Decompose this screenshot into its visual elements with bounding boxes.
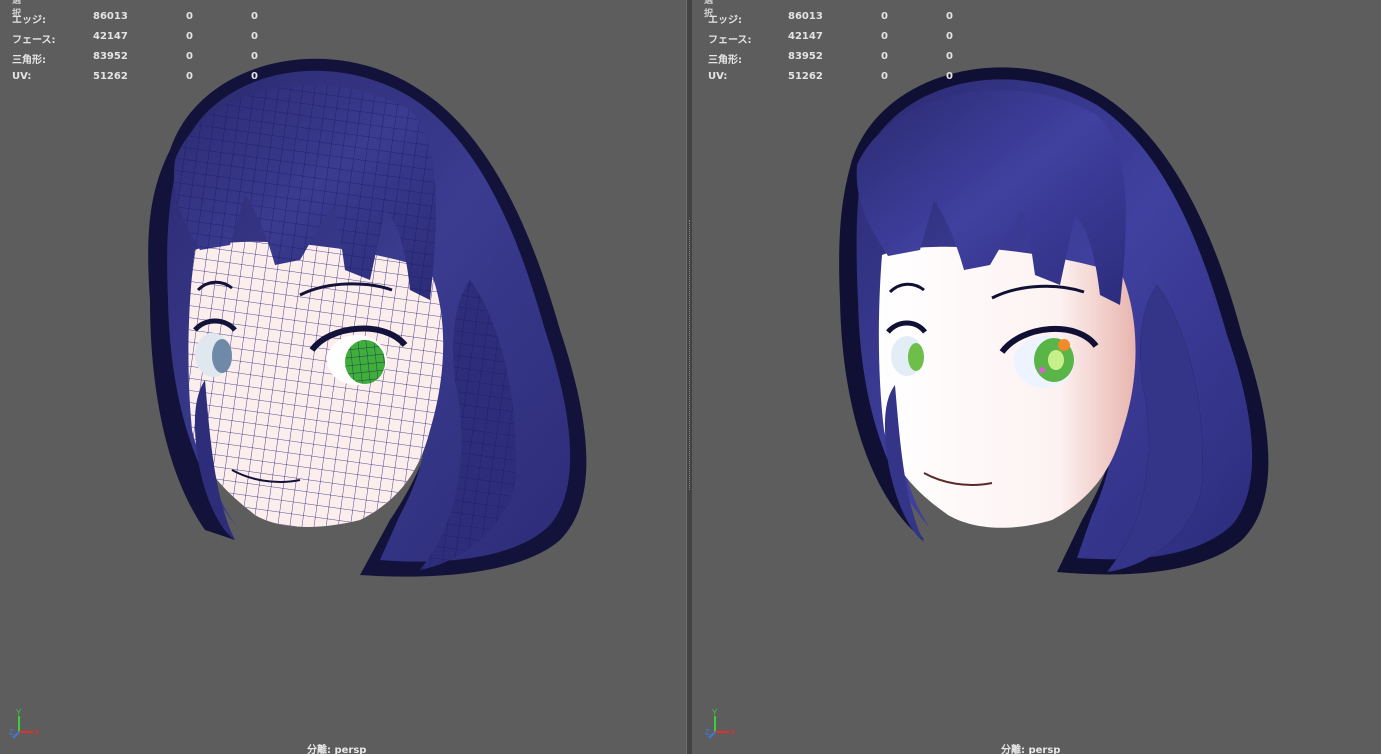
hud-triangles: 0 xyxy=(251,31,258,42)
hud-label: 三角形: xyxy=(708,55,742,66)
hud-value: 86013 xyxy=(93,11,128,22)
axis-gizmo-icon: Y X Z xyxy=(705,708,736,739)
hud-selected: 0 xyxy=(881,71,888,82)
hud-row-edges: エッジ: 86013 0 0 xyxy=(692,11,992,31)
hud-label: エッジ: xyxy=(708,15,742,26)
axis-z-label: Z xyxy=(9,728,14,737)
hud-value: 51262 xyxy=(93,71,128,82)
hud-selected: 0 xyxy=(186,31,193,42)
hud-row-faces: フェース: 42147 0 0 xyxy=(692,31,992,51)
character-model-shaded[interactable] xyxy=(692,0,1381,754)
hud-row-triangles: 三角形: 83952 0 0 xyxy=(0,51,300,71)
hud-value: 83952 xyxy=(93,51,128,62)
hud-triangles: 0 xyxy=(946,71,953,82)
hud-selected: 0 xyxy=(186,11,193,22)
hud-triangles: 0 xyxy=(946,11,953,22)
hud-selected: 0 xyxy=(186,51,193,62)
viewport-right[interactable]: 選択 エッジ: 86013 0 0 フェース: 42147 0 0 三角形: 8… xyxy=(692,0,1381,754)
axis-y-label: Y xyxy=(16,708,22,717)
axis-z-label: Z xyxy=(705,728,710,737)
hud-row-uvs: UV: 51262 0 0 xyxy=(0,71,300,91)
hud-triangles: 0 xyxy=(946,31,953,42)
hud-row-edges: エッジ: 86013 0 0 xyxy=(0,11,300,31)
hud-value: 42147 xyxy=(788,31,823,42)
hud-value: 51262 xyxy=(788,71,823,82)
axis-gizmo-icon: Y X Z xyxy=(9,708,40,739)
axis-x-label: X xyxy=(34,728,40,737)
hud-label: UV: xyxy=(12,71,32,82)
hud-selected: 0 xyxy=(186,71,193,82)
hud-value: 86013 xyxy=(788,11,823,22)
hud-label: フェース: xyxy=(708,35,752,46)
hud-selected: 0 xyxy=(881,11,888,22)
viewport-panel-layout: 選択 エッジ: 86013 0 0 フェース: 42147 0 0 三角形: 8… xyxy=(0,0,1381,754)
viewport-left[interactable]: 選択 エッジ: 86013 0 0 フェース: 42147 0 0 三角形: 8… xyxy=(0,0,686,754)
hud-row-faces: フェース: 42147 0 0 xyxy=(0,31,300,51)
hud-value: 42147 xyxy=(93,31,128,42)
axis-y-label: Y xyxy=(712,708,718,717)
hud-label: 三角形: xyxy=(12,55,46,66)
divider-grip xyxy=(689,220,691,490)
camera-label: 分離: persp xyxy=(1001,745,1061,754)
axis-x-label: X xyxy=(730,728,736,737)
hud-label: UV: xyxy=(708,71,728,82)
hud-value: 83952 xyxy=(788,51,823,62)
hud-selected: 0 xyxy=(881,31,888,42)
hud-label: エッジ: xyxy=(12,15,46,26)
hud-triangles: 0 xyxy=(251,11,258,22)
hud-selected: 0 xyxy=(881,51,888,62)
hud-triangles: 0 xyxy=(251,51,258,62)
hud-triangles: 0 xyxy=(946,51,953,62)
hud-row-triangles: 三角形: 83952 0 0 xyxy=(692,51,992,71)
hud-row-uvs: UV: 51262 0 0 xyxy=(692,71,992,91)
character-model-wireframe[interactable] xyxy=(0,0,686,754)
camera-label: 分離: persp xyxy=(307,745,367,754)
hud-triangles: 0 xyxy=(251,71,258,82)
hud-label: フェース: xyxy=(12,35,56,46)
